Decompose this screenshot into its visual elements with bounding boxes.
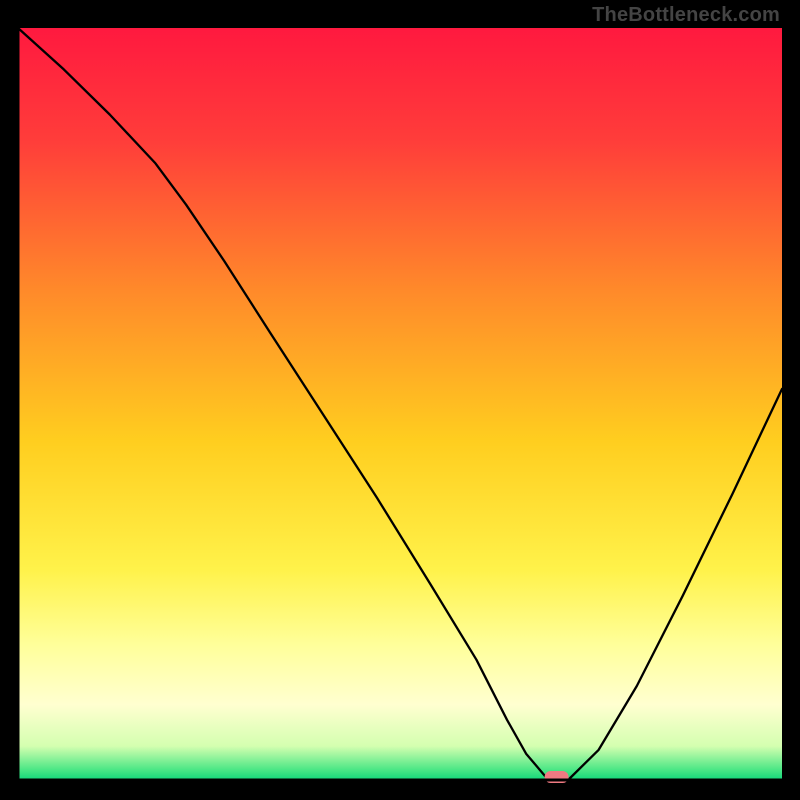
bottleneck-chart bbox=[0, 0, 800, 800]
watermark-label: TheBottleneck.com bbox=[592, 4, 780, 27]
chart-wrapper: TheBottleneck.com bbox=[0, 0, 800, 800]
